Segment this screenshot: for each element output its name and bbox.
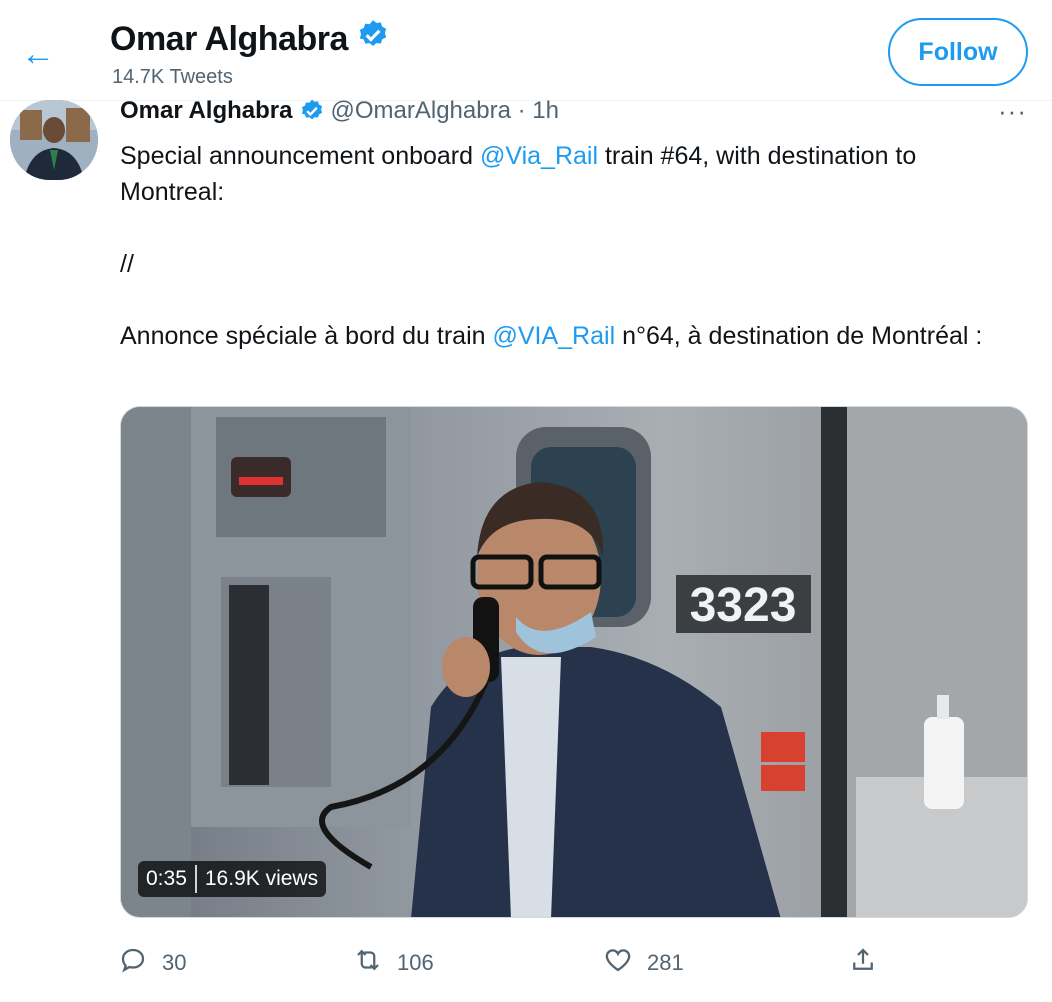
retweet-button[interactable]: 106	[353, 938, 434, 988]
text-segment: Annonce spéciale à bord du train	[120, 322, 493, 350]
reply-count: 30	[162, 950, 187, 975]
tweet-paragraph-en: Special announcement onboard @Via_Rail t…	[120, 138, 1020, 210]
like-button[interactable]: 281	[603, 938, 684, 988]
profile-title: Omar Alghabra	[110, 18, 390, 61]
follow-button[interactable]: Follow	[888, 18, 1028, 86]
tweet-separator: //	[120, 250, 134, 278]
share-icon	[848, 945, 878, 981]
back-arrow-icon[interactable]: ←	[18, 34, 58, 74]
reply-icon	[118, 945, 148, 981]
author-name[interactable]: Omar Alghabra	[120, 97, 293, 125]
share-button[interactable]	[848, 938, 878, 988]
retweet-icon	[353, 945, 383, 981]
video-player[interactable]: 3323	[120, 406, 1028, 918]
profile-header: ← Omar Alghabra 14.7K Tweets Follow	[0, 0, 1052, 101]
like-icon	[603, 945, 633, 981]
mention-link[interactable]: @VIA_Rail	[492, 322, 615, 350]
tweet-text: Special announcement onboard @Via_Rail t…	[120, 138, 1020, 354]
video-duration: 0:35	[146, 867, 187, 890]
video-views: 16.9K views	[204, 867, 319, 890]
mention-link[interactable]: @Via_Rail	[480, 142, 598, 170]
verified-badge-icon	[299, 98, 325, 124]
badge-divider	[194, 865, 197, 893]
tweet-header: Omar Alghabra @OmarAlghabra · 1h	[120, 97, 559, 125]
car-number: 3323	[690, 579, 797, 632]
tweet-count: 14.7K Tweets	[112, 66, 233, 88]
reply-button[interactable]: 30	[118, 938, 186, 988]
video-stats-badge: 0:35 16.9K views	[138, 861, 327, 897]
avatar[interactable]	[10, 100, 98, 180]
profile-name: Omar Alghabra	[110, 20, 348, 58]
author-handle-time[interactable]: @OmarAlghabra · 1h	[331, 97, 559, 125]
tweet-actions: 30 106 281	[118, 938, 1038, 988]
text-segment: n°64, à destination de Montréal :	[615, 322, 983, 350]
like-count: 281	[647, 950, 684, 975]
verified-badge-icon	[356, 18, 390, 61]
tweet-paragraph-fr: Annonce spéciale à bord du train @VIA_Ra…	[120, 318, 1020, 354]
text-segment: Special announcement onboard	[120, 142, 480, 170]
retweet-count: 106	[397, 950, 434, 975]
more-icon[interactable]: ···	[998, 96, 1027, 127]
